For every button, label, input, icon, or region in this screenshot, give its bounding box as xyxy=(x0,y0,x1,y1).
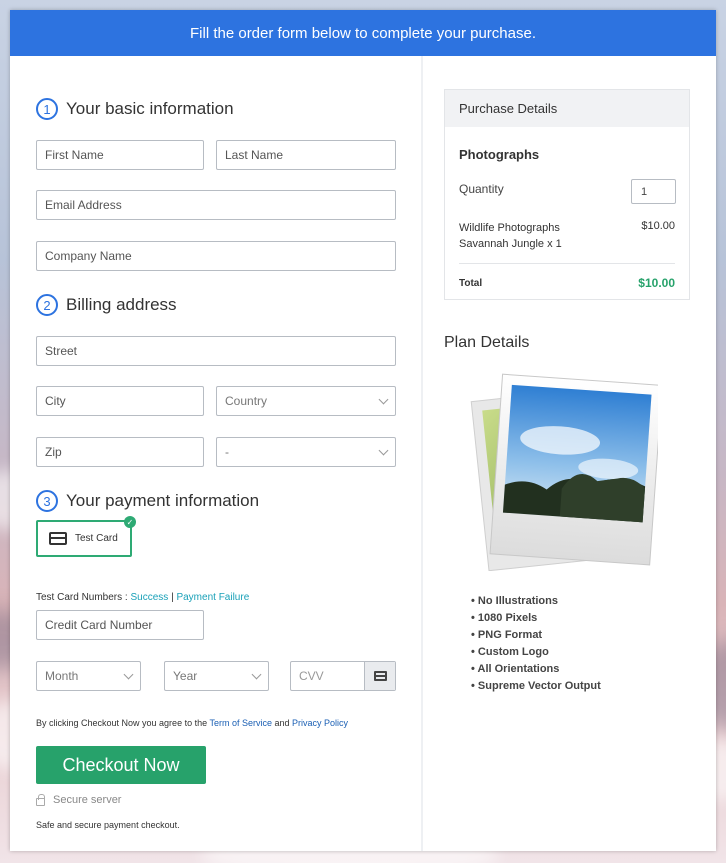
month-select-value: Month xyxy=(45,669,79,683)
year-select[interactable]: Year xyxy=(164,661,269,691)
cvv-field[interactable]: CVV xyxy=(290,661,396,691)
credit-card-icon xyxy=(49,532,67,545)
section-title: Your payment information xyxy=(66,491,260,510)
street-field[interactable]: Street xyxy=(36,336,396,366)
plan-features: No Illustrations 1080 Pixels PNG Format … xyxy=(471,593,601,695)
form-column: 1 Your basic information First Name Last… xyxy=(10,56,423,851)
item-detail: Savannah Jungle x 1 xyxy=(459,238,562,250)
total-label: Total xyxy=(459,278,483,289)
section-basic-info: 1 Your basic information xyxy=(36,98,234,120)
safe-checkout-note: Safe and secure payment checkout. xyxy=(36,820,180,830)
checkout-button[interactable]: Checkout Now xyxy=(36,746,206,784)
chevron-down-icon xyxy=(123,669,134,679)
plan-details-title: Plan Details xyxy=(444,334,530,351)
payment-failure-link[interactable]: Payment Failure xyxy=(176,592,249,603)
purchase-details-header: Purchase Details xyxy=(445,90,689,127)
item-name: Wildlife Photographs xyxy=(459,222,560,234)
test-card-label: Test Card xyxy=(75,533,118,544)
item-price: $10.00 xyxy=(641,220,675,232)
feature-item: 1080 Pixels xyxy=(471,610,601,627)
step-number: 3 xyxy=(36,490,58,512)
year-select-value: Year xyxy=(173,669,198,683)
month-select[interactable]: Month xyxy=(36,661,141,691)
section-title: Billing address xyxy=(66,295,177,314)
privacy-link[interactable]: Privacy Policy xyxy=(292,718,348,728)
separator: | xyxy=(171,592,174,603)
test-card-numbers: Test Card Numbers : Success | Payment Fa… xyxy=(36,592,249,603)
terms-agreement: By clicking Checkout Now you agree to th… xyxy=(36,718,348,728)
agreement-text: By clicking Checkout Now you agree to th… xyxy=(36,718,208,728)
quantity-label: Quantity xyxy=(459,182,504,196)
state-select[interactable]: - xyxy=(216,437,396,467)
secure-server: Secure server xyxy=(36,793,122,806)
terms-link[interactable]: Term of Service xyxy=(209,718,272,728)
feature-item: All Orientations xyxy=(471,661,601,678)
chevron-down-icon xyxy=(378,445,389,455)
company-field[interactable]: Company Name xyxy=(36,241,396,271)
step-number: 1 xyxy=(36,98,58,120)
cvv-placeholder: CVV xyxy=(299,669,324,683)
secure-label: Secure server xyxy=(53,794,122,806)
quantity-input[interactable]: 1 xyxy=(631,179,676,204)
chevron-down-icon xyxy=(251,669,262,679)
photo-stack-image xyxy=(470,373,658,571)
country-select-value: Country xyxy=(225,394,268,408)
state-select-value: - xyxy=(225,445,229,459)
total-value: $10.00 xyxy=(638,276,675,290)
section-billing: 2 Billing address xyxy=(36,294,177,316)
product-title: Photographs xyxy=(459,147,540,162)
city-field[interactable]: City xyxy=(36,386,204,416)
success-link[interactable]: Success xyxy=(130,592,168,603)
test-numbers-label: Test Card Numbers : xyxy=(36,592,128,603)
feature-item: PNG Format xyxy=(471,627,601,644)
checkmark-icon: ✓ xyxy=(124,516,136,528)
section-payment: 3 Your payment information xyxy=(36,490,259,512)
first-name-field[interactable]: First Name xyxy=(36,140,204,170)
section-title: Your basic information xyxy=(66,99,234,118)
email-field[interactable]: Email Address xyxy=(36,190,396,220)
card-icon xyxy=(364,662,395,690)
chevron-down-icon xyxy=(378,394,389,404)
line-item: Wildlife Photographs Savannah Jungle x 1 xyxy=(459,220,562,252)
checkout-form: Fill the order form below to complete yo… xyxy=(10,10,716,851)
summary-column: Purchase Details Photographs Quantity 1 … xyxy=(423,56,716,851)
card-number-field[interactable]: Credit Card Number xyxy=(36,610,204,640)
agreement-and: and xyxy=(274,718,290,728)
last-name-field[interactable]: Last Name xyxy=(216,140,396,170)
purchase-details: Purchase Details Photographs Quantity 1 … xyxy=(444,89,690,300)
feature-item: Custom Logo xyxy=(471,644,601,661)
divider xyxy=(459,263,675,264)
feature-item: No Illustrations xyxy=(471,593,601,610)
test-card-option[interactable]: Test Card ✓ xyxy=(36,516,136,557)
country-select[interactable]: Country xyxy=(216,386,396,416)
lock-icon xyxy=(36,793,45,806)
step-number: 2 xyxy=(36,294,58,316)
zip-field[interactable]: Zip xyxy=(36,437,204,467)
header-banner: Fill the order form below to complete yo… xyxy=(10,10,716,56)
feature-item: Supreme Vector Output xyxy=(471,678,601,695)
